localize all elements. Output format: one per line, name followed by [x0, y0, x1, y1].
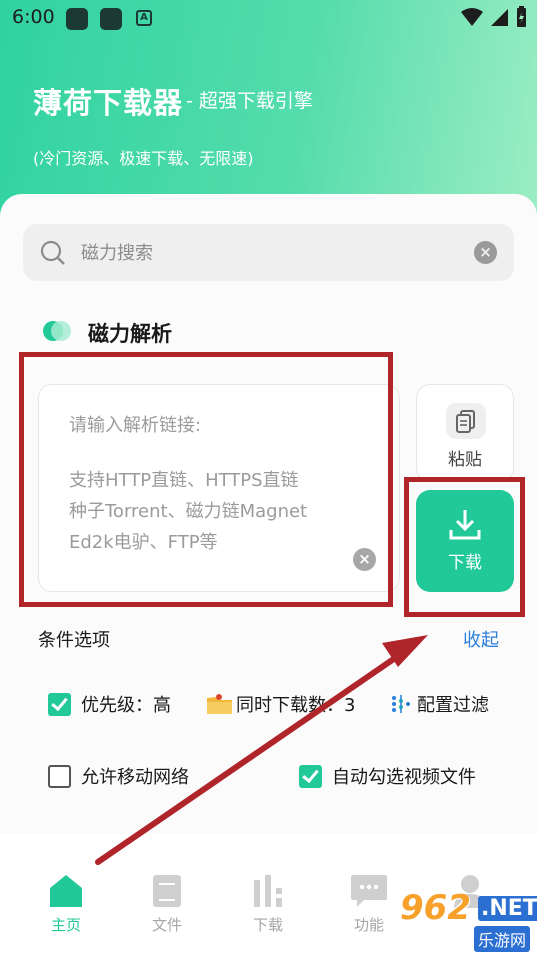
app-description: (冷门资源、极速下载、无限速) [33, 149, 254, 168]
clear-search-icon[interactable]: × [474, 241, 497, 264]
nav-label: 文件 [151, 916, 182, 934]
watermark-number: 962 [400, 888, 471, 928]
home-icon [50, 875, 82, 907]
nav-label: 下载 [252, 916, 283, 934]
filter-label: 配置过滤 [417, 695, 489, 716]
mobile-network-checkbox[interactable] [48, 764, 71, 788]
notification-icon [100, 8, 122, 30]
priority-option[interactable]: 优先级：高 [48, 691, 171, 717]
priority-checkbox[interactable] [48, 692, 71, 716]
battery-icon [517, 6, 526, 27]
app-title: 薄荷下载器 [33, 86, 184, 120]
section-title: 磁力解析 [88, 322, 172, 346]
annotation-box-link-input [19, 352, 393, 607]
watermark-net: .NET [478, 896, 537, 921]
app-subtitle: - 超强下载引擎 [186, 90, 313, 112]
nav-item-downloads[interactable]: 下载 [228, 874, 308, 935]
filter-icon [392, 695, 410, 713]
chat-icon [351, 875, 387, 907]
notification-icon [66, 8, 88, 30]
status-indicators [461, 6, 527, 28]
nav-item-features[interactable]: 功能 [329, 874, 409, 935]
auto-select-video-label: 自动勾选视频文件 [332, 767, 476, 788]
options-title: 条件选项 [38, 630, 110, 651]
status-time: 6:00 [12, 6, 55, 28]
nav-item-files[interactable]: 文件 [127, 874, 207, 935]
file-icon [153, 875, 181, 907]
app-notification-icon: A [136, 10, 152, 26]
priority-label: 优先级：高 [81, 695, 171, 716]
paste-button[interactable]: 粘贴 [416, 384, 514, 482]
search-input[interactable] [81, 239, 461, 267]
signal-icon [491, 9, 508, 26]
paste-label: 粘贴 [448, 450, 482, 470]
paste-icon [446, 403, 486, 439]
collapse-options-link[interactable]: 收起 [463, 626, 499, 652]
site-watermark: 962 .NET 乐游网 [400, 888, 537, 954]
nav-label: 主页 [50, 916, 81, 934]
folder-icon [207, 694, 232, 714]
concurrent-label: 同时下载数：3 [236, 695, 356, 716]
magnet-section-icon [43, 321, 71, 341]
search-icon [40, 240, 65, 265]
nav-label: 功能 [353, 916, 384, 934]
mobile-network-label: 允许移动网络 [81, 767, 189, 788]
wifi-icon [461, 8, 483, 26]
download-stats-icon [254, 875, 282, 907]
status-bar: 6:00 A [0, 0, 537, 36]
search-bar[interactable]: × [23, 224, 514, 281]
concurrent-downloads-option[interactable]: 同时下载数：3 [206, 691, 355, 717]
mobile-network-option[interactable]: 允许移动网络 [48, 763, 189, 789]
filter-config-option[interactable]: 配置过滤 [388, 691, 489, 717]
annotation-box-download [404, 477, 525, 617]
auto-select-video-checkbox[interactable] [299, 764, 322, 788]
nav-item-home[interactable]: 主页 [26, 874, 106, 935]
auto-select-video-option[interactable]: 自动勾选视频文件 [299, 763, 476, 789]
watermark-site: 乐游网 [474, 926, 531, 952]
